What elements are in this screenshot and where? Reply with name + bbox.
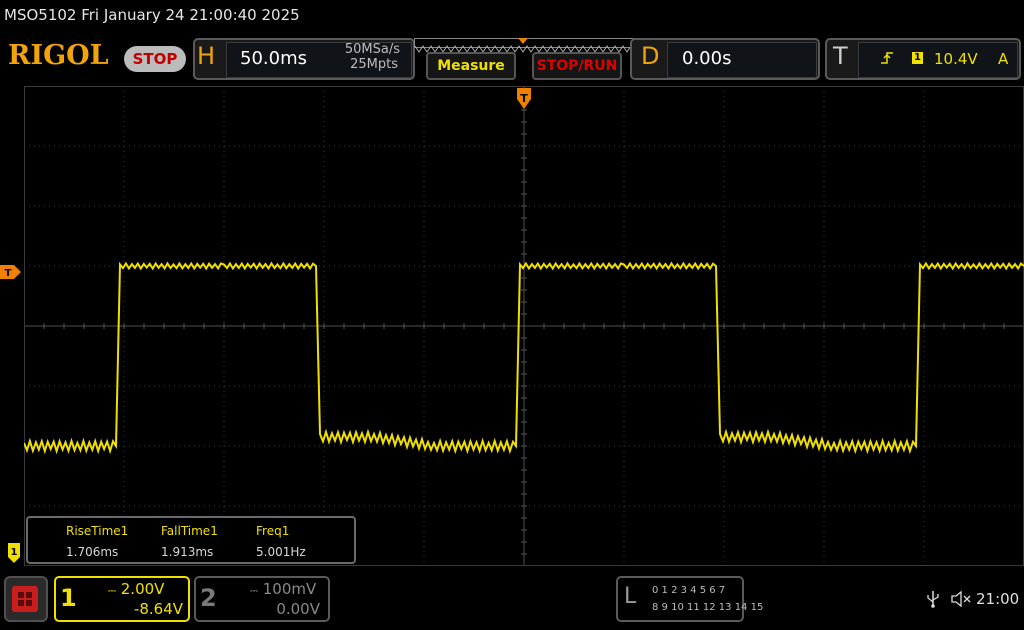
timebase-value: 50.0ms: [240, 48, 307, 69]
frequency-label: Freq1: [256, 524, 290, 538]
dc-coupling-icon: ⎓: [250, 586, 258, 597]
navigator-position-marker: [518, 38, 528, 44]
fall-time-label: FallTime1: [161, 524, 218, 538]
run-state-badge: STOP: [124, 46, 186, 72]
frequency-value: 5.001Hz: [256, 545, 306, 559]
trigger-position-marker[interactable]: T: [516, 88, 532, 110]
trigger-level-marker[interactable]: T: [0, 265, 22, 279]
trigger-level-value: 10.4V: [934, 50, 978, 68]
trigger-level-marker-label: T: [5, 268, 12, 279]
logic-channels-row1: 0 1 2 3 4 5 6 7: [652, 585, 726, 596]
waveform-display[interactable]: [24, 86, 1024, 566]
trigger-mode: A: [998, 50, 1009, 68]
stop-run-button[interactable]: STOP/RUN: [532, 52, 622, 80]
dc-coupling-icon: ⎓: [108, 586, 116, 597]
system-clock: 21:00: [976, 590, 1020, 608]
grid-menu-icon: [12, 586, 38, 612]
logic-channels-row2: 8 9 10 11 12 13 14 15: [652, 602, 764, 613]
graticule: [24, 86, 1024, 566]
trigger-label: T: [833, 42, 848, 70]
channel2-number: 2: [200, 584, 217, 612]
delay-value: 0.00s: [682, 48, 732, 69]
channel1-number: 1: [60, 584, 77, 612]
delay-label: D: [641, 42, 660, 70]
channel1-offset-marker[interactable]: 1: [8, 543, 22, 563]
channel2-scale-value: 100mV: [262, 580, 317, 598]
channel1-offset: -8.64V: [133, 600, 183, 618]
trigger-source-badge: 1: [912, 52, 923, 64]
horizontal-label: H: [197, 42, 216, 70]
rigol-logo: RIGOL: [8, 40, 109, 71]
sample-rate: 50MSa/s: [344, 42, 400, 57]
speaker-muted-icon[interactable]: [950, 590, 972, 608]
measure-button[interactable]: Measure: [426, 52, 516, 80]
rise-time-value: 1.706ms: [66, 545, 119, 559]
logic-analyzer-label: L: [624, 584, 637, 609]
channel2-scale: ⎓ 100mV: [250, 580, 316, 598]
channel1-scale: ⎓ 2.00V: [108, 580, 164, 598]
trigger-position-marker-label: T: [520, 92, 528, 105]
fall-time-value: 1.913ms: [161, 545, 214, 559]
channel2-offset: 0.00V: [276, 600, 320, 618]
channel1-scale-value: 2.00V: [120, 580, 165, 598]
window-title: MSO5102 Fri January 24 21:00:40 2025: [4, 6, 300, 24]
channel1-marker-label: 1: [11, 547, 18, 558]
usb-icon: [927, 591, 939, 608]
memory-depth: 25Mpts: [350, 57, 398, 72]
rise-time-label: RiseTime1: [66, 524, 129, 538]
rising-edge-icon: [881, 52, 893, 64]
